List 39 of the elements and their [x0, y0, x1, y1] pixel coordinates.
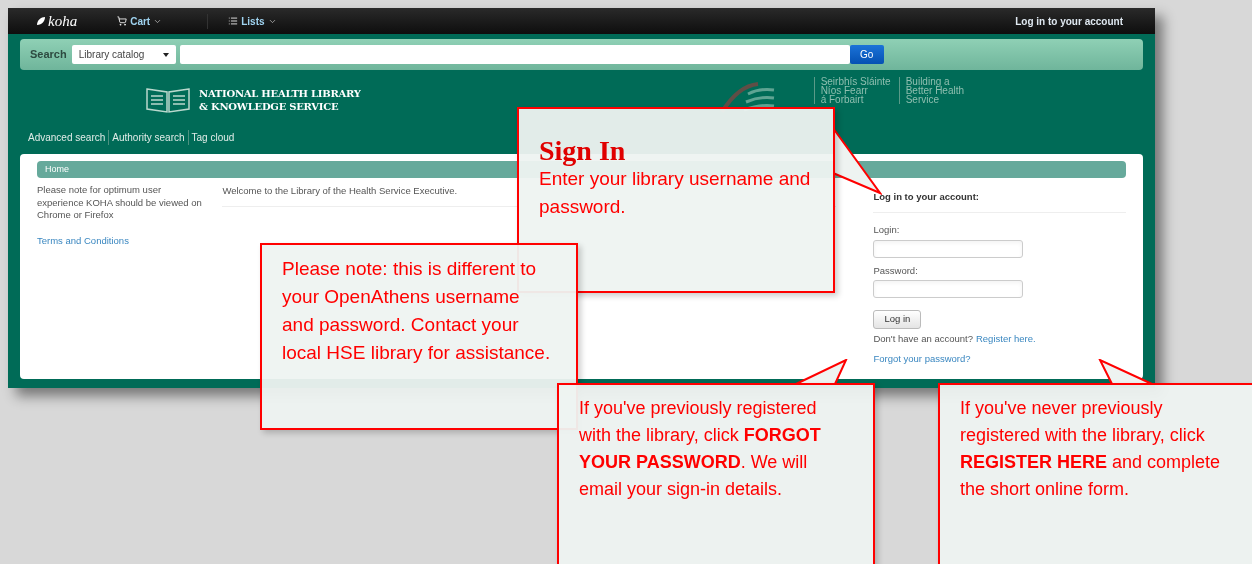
leaf-icon [36, 16, 46, 26]
text-input[interactable] [873, 239, 1024, 258]
library-name: NATIONAL HEALTH LIBRARY [199, 87, 361, 100]
nav-menu[interactable]: Lists [207, 13, 277, 29]
callout-text: If you've previously registered with the library, click FORGOT YOUR PASSWORD. We will email your sign-in details. [579, 397, 822, 501]
register-prompt: Don't have an account? [873, 331, 973, 346]
field-label: Login: [873, 223, 901, 238]
forgot-password-link[interactable]: Forgot your password? [873, 352, 971, 367]
nav-link[interactable]: Authority search [108, 130, 185, 145]
list-icon [228, 16, 239, 26]
callout-title: Sign In [539, 137, 627, 165]
open-book-icon [145, 86, 191, 114]
koha-logo[interactable]: koha [36, 9, 78, 33]
slogan: Building a [905, 77, 950, 86]
nav-link[interactable]: Tag cloud [187, 130, 235, 145]
cart-icon [117, 16, 128, 26]
browser-notice: Please note for optimum user experience KOHA should be viewed on Chrome or Firefox [37, 184, 203, 222]
login-button[interactable]: Log in [873, 309, 922, 329]
slogan: Better Health [905, 86, 965, 95]
hse-motto: á Forbairt [820, 95, 864, 104]
terms-link[interactable]: Terms and Conditions [37, 234, 206, 247]
register-link[interactable]: Register here. [975, 331, 1036, 346]
search-field[interactable] [179, 45, 850, 64]
field-label: Password: [873, 263, 919, 278]
callout-text: Please note: this is different to your OpenAthens username and password. Contact your local HSE library for assistance. [282, 257, 552, 365]
callout-text: If you've never previously registered with the library, click REGISTER HERE and complete the short online form. [960, 397, 1222, 501]
hse-motto: Seirbhís Sláinte [820, 77, 891, 86]
scope-select[interactable]: Library catalog [71, 45, 176, 64]
slogan: Service [905, 95, 941, 104]
hse-motto: Níos Fearr [820, 86, 869, 95]
go-button[interactable]: Go [849, 45, 884, 64]
nav-link[interactable]: Advanced search [28, 130, 106, 145]
text-input[interactable] [873, 279, 1024, 298]
dropdown-arrow-icon [162, 52, 169, 57]
search-label: Search [30, 47, 67, 63]
nav-menu[interactable]: Cart [117, 13, 163, 29]
library-name: & KNOWLEDGE SERVICE [199, 100, 340, 113]
login-heading: Log in to your account: [873, 190, 1126, 214]
login-link[interactable]: Log in to your account [1015, 13, 1123, 29]
